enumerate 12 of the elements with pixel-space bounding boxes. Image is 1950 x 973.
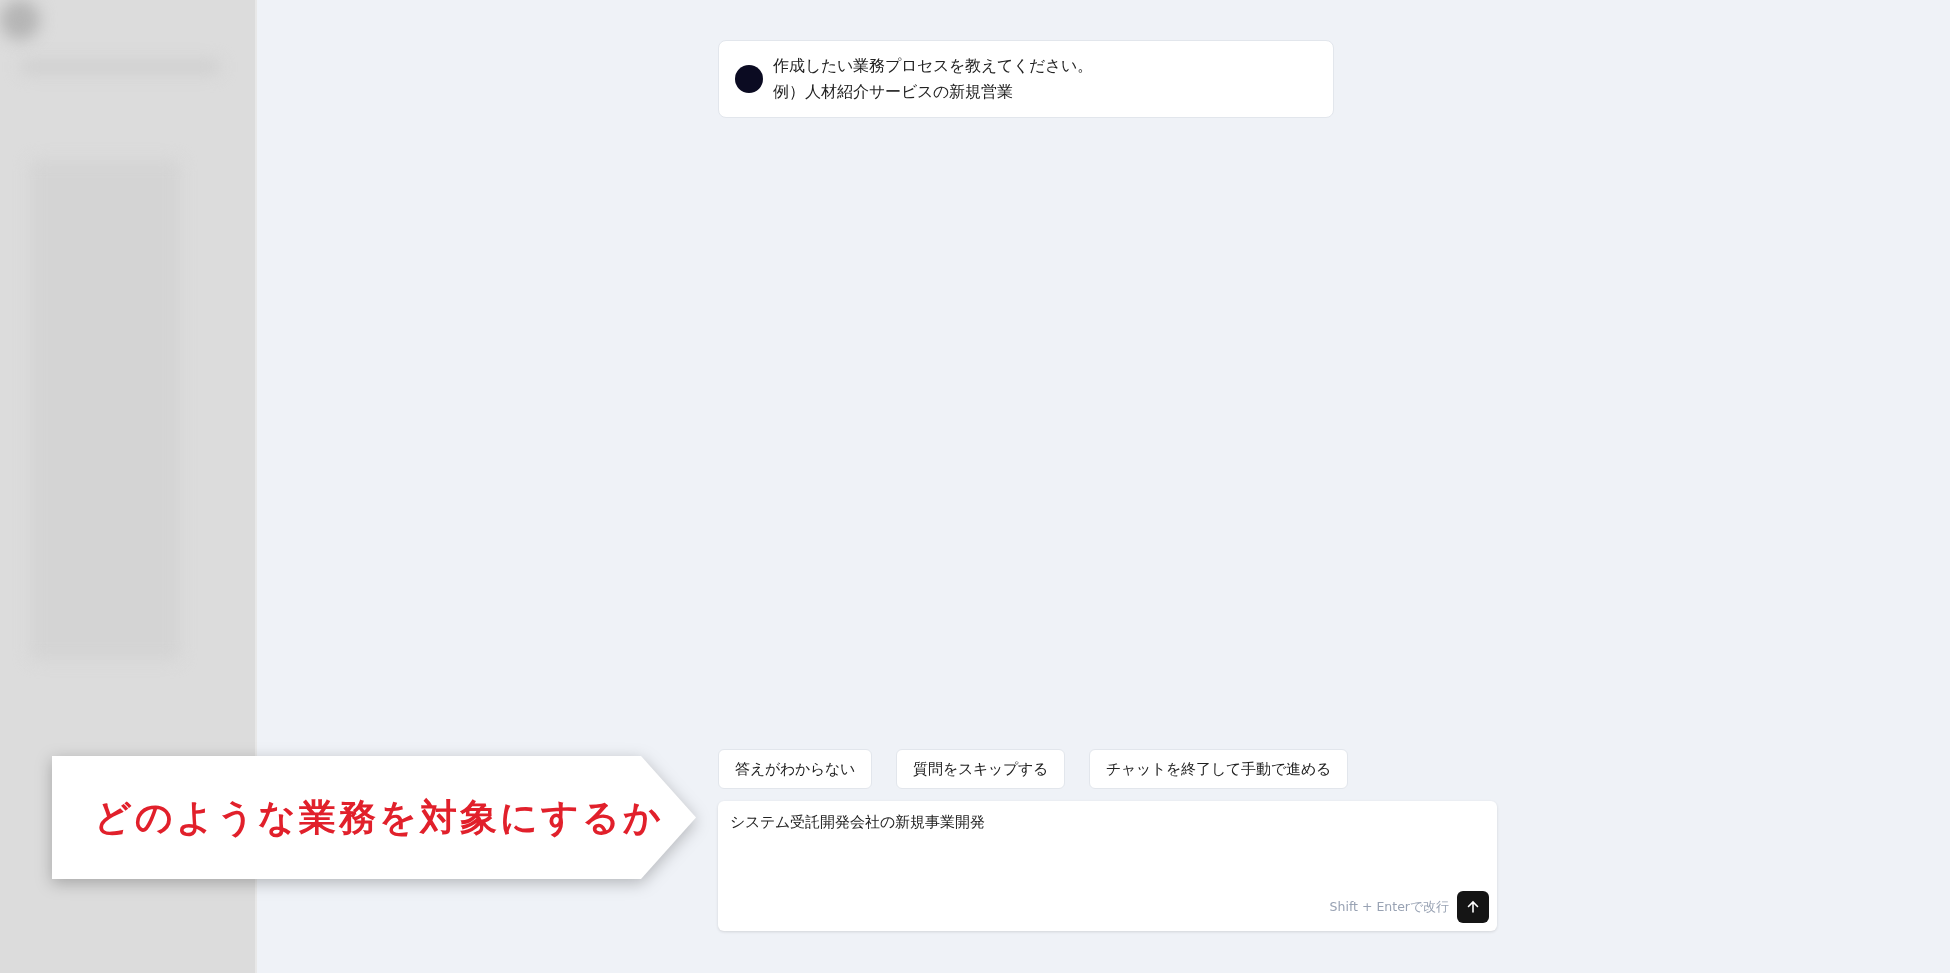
arrow-up-icon xyxy=(1466,900,1480,914)
message-text: 作成したい業務プロセスを教えてください。 xyxy=(773,55,1093,77)
quick-reply-button[interactable]: 質問をスキップする xyxy=(896,749,1065,789)
input-text: システム受託開発会社の新規事業開発 xyxy=(730,813,985,832)
message-text: 例）人材紹介サービスの新規営業 xyxy=(773,81,1014,103)
quick-reply-button[interactable]: チャットを終了して手動で進める xyxy=(1089,749,1348,789)
hint-text: Shift + Enterで改行 xyxy=(1329,898,1449,916)
message-input[interactable]: システム受託開発会社の新規事業開発 Shift + Enterで改行 xyxy=(718,801,1497,931)
quick-reply-button[interactable]: 答えがわからない xyxy=(718,749,872,789)
avatar-icon xyxy=(735,65,763,93)
send-button[interactable] xyxy=(1457,891,1489,923)
callout-banner: どのような業務を対象にするか xyxy=(52,756,696,879)
